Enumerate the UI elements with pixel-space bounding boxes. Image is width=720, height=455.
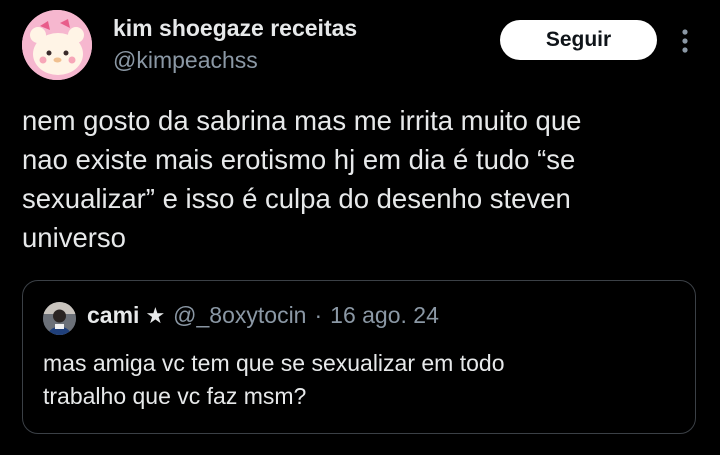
follow-button[interactable]: Seguir xyxy=(500,20,657,60)
author-handle[interactable]: @kimpeachss xyxy=(113,47,258,74)
user-photo-avatar-icon xyxy=(43,302,76,335)
author-name[interactable]: kim shoegaze receitas xyxy=(113,15,357,42)
quote-author-name[interactable]: cami xyxy=(87,302,139,329)
author-avatar[interactable] xyxy=(22,10,92,80)
quoted-tweet-card[interactable]: cami ★ @_8oxytocin · 16 ago. 24 mas amig… xyxy=(22,280,696,434)
more-vertical-icon xyxy=(682,29,688,53)
quote-separator: · xyxy=(314,302,323,328)
more-options-button[interactable] xyxy=(674,24,696,58)
quote-author-handle[interactable]: @_8oxytocin xyxy=(173,302,306,329)
quote-author-avatar[interactable] xyxy=(43,302,76,335)
quote-date[interactable]: 16 ago. 24 xyxy=(330,302,439,329)
quote-text: mas amiga vc tem que se sexualizar em to… xyxy=(43,350,505,409)
tweet-text: nem gosto da sabrina mas me irrita muito… xyxy=(22,105,582,253)
cartoon-character-avatar-icon xyxy=(22,10,92,80)
star-icon: ★ xyxy=(145,304,166,329)
quote-header: cami ★ @_8oxytocin · 16 ago. 24 xyxy=(87,302,439,329)
